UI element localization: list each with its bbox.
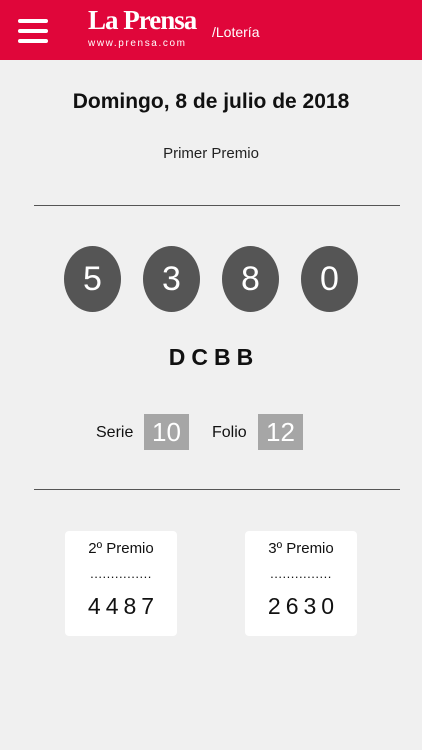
first-prize-digit: 5	[64, 246, 121, 312]
serie-label: Serie	[96, 424, 134, 441]
first-prize-label: Primer Premio	[163, 145, 259, 162]
draw-date: Domingo, 8 de julio de 2018	[72, 90, 350, 113]
serie-value: 10	[144, 414, 189, 450]
folio-value: 12	[258, 414, 303, 450]
second-prize-dots: ...............	[90, 566, 152, 581]
divider	[34, 489, 400, 490]
folio-label: Folio	[212, 424, 247, 441]
logo-brand-name: La Prensa	[88, 5, 197, 35]
first-prize-digit: 3	[143, 246, 200, 312]
la-prensa-logo[interactable]: La Prensa www.prensa.com	[88, 5, 206, 51]
third-prize-dots: ...............	[270, 566, 332, 581]
first-prize-digit: 0	[301, 246, 358, 312]
third-prize-card: 3º Premio ............... 2630	[245, 531, 357, 636]
hamburger-menu-icon[interactable]	[18, 18, 48, 44]
second-prize-number: 4487	[87, 593, 160, 619]
second-prize-card: 2º Premio ............... 4487	[65, 531, 177, 636]
logo-brand-url: www.prensa.com	[88, 38, 187, 49]
divider	[34, 205, 400, 206]
first-prize-letters: DCBB	[168, 344, 260, 370]
second-prize-label: 2º Premio	[88, 540, 154, 557]
menu-line	[18, 19, 48, 23]
section-breadcrumb-loteria[interactable]: /Lotería	[212, 24, 259, 40]
top-bar: La Prensa www.prensa.com /Lotería	[0, 0, 422, 60]
first-prize-digit: 8	[222, 246, 279, 312]
menu-line	[18, 29, 48, 33]
menu-line	[18, 39, 48, 43]
third-prize-number: 2630	[267, 593, 340, 619]
third-prize-label: 3º Premio	[268, 540, 334, 557]
